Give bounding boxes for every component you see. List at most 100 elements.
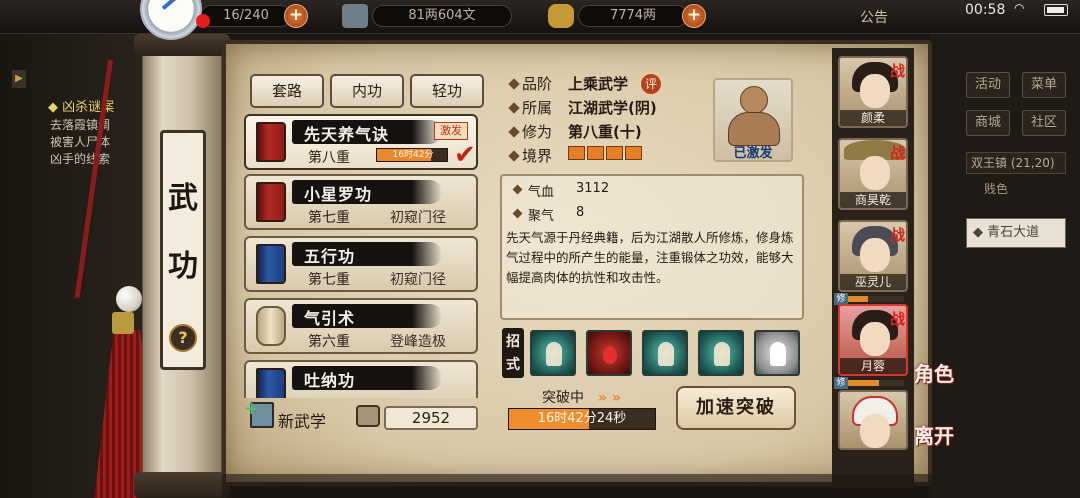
character-name: 巫灵儿: [854, 275, 891, 289]
red-book-icon: [256, 122, 286, 162]
character-name: 商昊乾: [854, 193, 891, 207]
bottom-toolbar: [222, 474, 932, 498]
battery-icon: [1044, 4, 1068, 16]
location-display: 双王镇 (21,20): [966, 152, 1066, 174]
cultivation-label: 修为: [522, 123, 553, 141]
gold-ingot-icon: [548, 4, 574, 28]
skill-item-wuxing[interactable]: 五行功 第七重 初窥门径: [244, 236, 478, 292]
page-title: 功: [168, 249, 198, 284]
monk-body-icon: [728, 112, 780, 146]
tab-inner-skill[interactable]: 内功: [330, 74, 404, 108]
avatar: [860, 322, 890, 356]
skill-rank: 登峰造极: [390, 334, 446, 350]
silver-counter: 81两604文: [372, 5, 512, 27]
teal-figure-icon[interactable]: [530, 330, 576, 376]
add-gold-button[interactable]: +: [682, 4, 706, 28]
skill-name: 小星罗功: [304, 185, 373, 204]
faction-value: 江湖武学(阴): [568, 99, 657, 117]
quest-arrow-icon[interactable]: ▶: [12, 70, 26, 88]
skill-timer-bar: 16时42分: [376, 148, 448, 162]
skill-points: 2952: [384, 406, 478, 430]
character-card[interactable]: [838, 390, 908, 450]
faction-label: 所属: [522, 99, 553, 117]
cultivate-tag: 修: [834, 377, 848, 389]
avatar: [860, 156, 890, 190]
blood-drop-icon[interactable]: [586, 330, 632, 376]
tab-routines[interactable]: 套路: [250, 74, 324, 108]
leave-button[interactable]: 离开: [914, 420, 954, 449]
moves-label-char: 式: [506, 357, 520, 373]
character-card[interactable]: 战 颜柔: [838, 56, 908, 128]
realm-segment: [587, 146, 604, 160]
skill-rank: 初窥门径: [390, 272, 446, 288]
page-title: 武: [168, 181, 198, 216]
stat-value: 8: [576, 205, 585, 220]
skill-item-tuna[interactable]: 吐纳功: [244, 360, 478, 398]
skill-name: 气引术: [304, 309, 356, 328]
avatar: [860, 238, 890, 272]
character-name: 颜柔: [860, 111, 885, 125]
skill-level: 第七重: [308, 272, 350, 288]
skill-level: 第八重: [308, 150, 350, 166]
activated-badge: 激发: [434, 122, 468, 140]
activity-button[interactable]: 活动: [966, 72, 1010, 98]
grade-label: 品阶: [522, 75, 553, 93]
checkmark-icon: ✔: [454, 140, 476, 170]
character-card[interactable]: 战 巫灵儿: [838, 220, 908, 292]
battle-icon: 战: [890, 144, 906, 162]
skill-list[interactable]: 先天养气诀 激发 第八重 16时42分 ✔ 小星罗功 第七重 初窥门径 五行功 …: [244, 112, 480, 398]
speed-up-button[interactable]: 加速突破: [676, 386, 796, 430]
help-icon[interactable]: ?: [169, 324, 197, 352]
gold-counter: 7774两: [578, 5, 688, 27]
breakthrough-timer: 16时42分24秒: [537, 411, 627, 426]
skill-name: 五行功: [304, 247, 356, 266]
teal-aura-icon[interactable]: [698, 330, 744, 376]
quest-line: 凶手的线索: [50, 152, 111, 166]
monk-head-icon: [740, 86, 768, 114]
realm-label: 境界: [522, 147, 553, 165]
community-button[interactable]: 社区: [1022, 110, 1066, 136]
skill-item-xiaoxing[interactable]: 小星罗功 第七重 初窥门径: [244, 174, 478, 230]
role-button[interactable]: 角色: [914, 358, 954, 387]
skill-description: 先天气源于丹经典籍，后为江湖散人所修炼，修身炼气过程中的所产生的能量，注重锻体之…: [506, 230, 794, 285]
character-name: 月蓉: [860, 359, 885, 373]
stat-label: 气血: [528, 185, 555, 200]
realm-segment: [606, 146, 623, 160]
character-card-selected[interactable]: 战 月蓉: [838, 304, 908, 376]
menu-button[interactable]: 菜单: [1022, 72, 1066, 98]
stamina-counter: 16/240: [200, 5, 292, 27]
scroll-icon: [256, 306, 286, 346]
meditate-figure-icon[interactable]: [642, 330, 688, 376]
pearl-bead: [116, 286, 142, 312]
battle-icon: 战: [890, 62, 906, 80]
realm-segment: [568, 146, 585, 160]
battle-icon: 战: [890, 310, 906, 328]
battle-icon: 战: [890, 226, 906, 244]
red-book-icon: [256, 182, 286, 222]
activated-status: 已激发: [733, 146, 773, 161]
chevron-right-icon: »: [598, 390, 608, 406]
wifi-icon: ◠: [1014, 1, 1025, 15]
avatar: [860, 74, 890, 108]
add-stamina-button[interactable]: +: [284, 4, 308, 28]
cultivate-fill: [848, 380, 879, 386]
road-button[interactable]: ◆ 青石大道: [966, 218, 1066, 248]
skill-item-xiantian[interactable]: 先天养气诀 激发 第八重 16时42分 ✔: [244, 114, 478, 170]
evaluate-button[interactable]: 评: [640, 73, 662, 95]
shop-button[interactable]: 商城: [966, 110, 1010, 136]
stat-label: 聚气: [528, 209, 555, 224]
moves-label-char: 招: [506, 334, 520, 350]
notice-button[interactable]: 公告: [860, 7, 888, 27]
new-skill-button[interactable]: 新武学: [278, 408, 326, 432]
skill-timer-text: 16时42分: [392, 150, 434, 160]
clock: 00:58: [965, 2, 1006, 18]
grey-figure-icon[interactable]: [754, 330, 800, 376]
tab-light-skill[interactable]: 轻功: [410, 74, 484, 108]
realm-segment: [625, 146, 642, 160]
skill-level: 第六重: [308, 334, 350, 350]
location-tag: 贱色: [984, 182, 1009, 196]
skill-item-qiyin[interactable]: 气引术 第六重 登峰造极: [244, 298, 478, 354]
avatar: [860, 414, 890, 448]
cultivate-fill: [848, 296, 868, 302]
character-card[interactable]: 战 商昊乾: [838, 138, 908, 210]
